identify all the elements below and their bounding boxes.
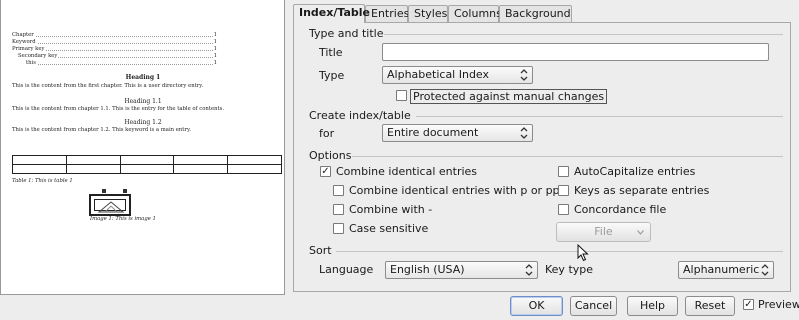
preview-paragraph: This is the content from chapter 1.1. Th… xyxy=(12,106,225,112)
section-create-index: Create index/table xyxy=(309,109,411,122)
updown-arrows-icon xyxy=(761,264,769,276)
preview-heading: Heading 1.1 xyxy=(124,98,162,105)
combine-pp-checkbox[interactable]: Combine identical entries with p or pp xyxy=(333,184,560,199)
document-preview: Chapter 1 Keyword 1 Primary key 1 Secondary… xyxy=(0,0,285,295)
preview-table xyxy=(12,155,282,174)
autocapitalize-checkbox[interactable]: AutoCapitalize entries xyxy=(558,165,698,180)
combine-identical-checkbox[interactable]: ✓ Combine identical entries xyxy=(320,165,520,180)
updown-arrows-icon xyxy=(525,264,533,276)
preview-checkbox[interactable]: ✓ Preview xyxy=(743,298,799,313)
preview-heading: Heading 1 xyxy=(125,74,161,81)
chevron-down-icon xyxy=(637,230,644,235)
type-select[interactable]: Alphabetical Index xyxy=(382,66,533,84)
tab-index-table[interactable]: Index/Table xyxy=(293,4,370,23)
tab-columns[interactable]: Columns xyxy=(448,5,502,22)
preview-paragraph: This is the content from chapter 1.2. Th… xyxy=(12,127,191,133)
type-label: Type xyxy=(319,69,345,82)
tab-entries[interactable]: Entries xyxy=(365,5,409,22)
reset-button[interactable]: Reset xyxy=(685,296,735,316)
mouse-pointer-icon xyxy=(577,244,589,262)
for-label: for xyxy=(319,127,335,140)
table-caption: Table 1: This is table 1 xyxy=(12,178,73,184)
language-label: Language xyxy=(319,263,374,276)
key-type-select[interactable]: Alphanumeric xyxy=(678,261,774,279)
image-caption: Image 1: This is image 1 xyxy=(90,216,156,222)
title-input[interactable] xyxy=(382,43,769,61)
protected-checkbox-box[interactable] xyxy=(396,90,407,101)
tab-background[interactable]: Background xyxy=(499,5,572,22)
toc-entry: Primary key 1 xyxy=(12,46,217,52)
section-options: Options xyxy=(309,149,352,162)
preview-paragraph: This is the content from the first chapt… xyxy=(12,83,204,89)
image-placeholder-icon xyxy=(97,201,125,213)
concordance-checkbox[interactable]: Concordance file xyxy=(558,203,668,218)
tab-styles[interactable]: Styles xyxy=(408,5,448,22)
protected-checkbox[interactable]: Protected against manual changes xyxy=(396,89,608,104)
cancel-button[interactable]: Cancel xyxy=(570,296,617,316)
preview-image xyxy=(89,194,131,216)
toc-entry: Keyword 1 xyxy=(12,39,217,45)
check-icon[interactable]: ✓ xyxy=(743,299,754,310)
combine-with-checkbox[interactable]: Combine with - xyxy=(333,203,453,218)
section-type-and-title: Type and title xyxy=(309,27,384,40)
toc-entry: Secondary key 1 xyxy=(18,53,217,59)
section-sort: Sort xyxy=(309,244,332,257)
case-sensitive-checkbox[interactable]: Case sensitive xyxy=(333,222,443,237)
updown-arrows-icon xyxy=(520,69,528,81)
keys-separate-checkbox[interactable]: Keys as separate entries xyxy=(558,184,709,199)
help-button[interactable]: Help xyxy=(627,296,678,316)
key-type-label: Key type xyxy=(545,263,594,276)
preview-heading: Heading 1.2 xyxy=(124,119,162,126)
check-icon[interactable]: ✓ xyxy=(320,166,331,177)
toc-entry: Chapter 1 xyxy=(12,32,217,38)
for-select[interactable]: Entire document xyxy=(382,124,533,142)
file-button[interactable]: File xyxy=(556,222,651,242)
language-select[interactable]: English (USA) xyxy=(385,261,538,279)
title-label: Title xyxy=(319,46,343,59)
updown-arrows-icon xyxy=(520,127,528,139)
ok-button[interactable]: OK xyxy=(510,296,563,316)
toc-entry: this 1 xyxy=(26,60,217,66)
